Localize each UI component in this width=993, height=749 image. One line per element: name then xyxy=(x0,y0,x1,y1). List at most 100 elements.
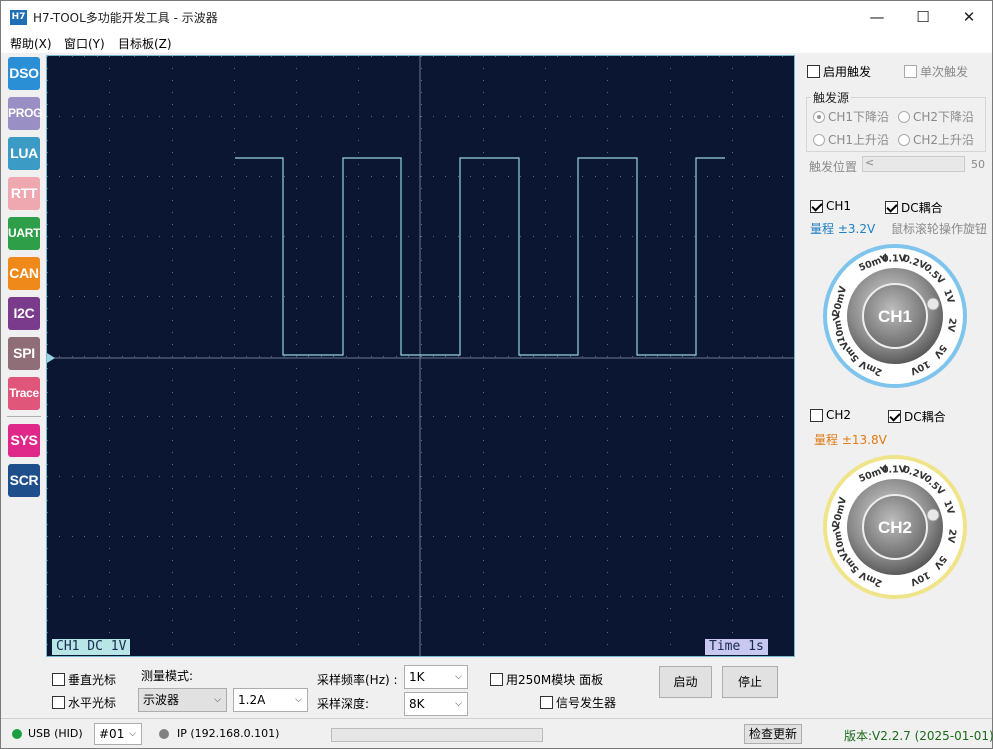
radio-icon[interactable] xyxy=(813,110,825,123)
enable-trigger-checkbox[interactable]: 启用触发 xyxy=(807,63,871,80)
module-250m-box[interactable] xyxy=(490,673,503,686)
grid-dot xyxy=(719,416,720,417)
grid-dot xyxy=(682,116,683,117)
slider-left-arrow-icon[interactable]: < xyxy=(865,156,874,169)
tool-sys-button[interactable]: SYS xyxy=(8,424,40,457)
grid-dot xyxy=(172,152,173,153)
oscilloscope-display[interactable]: CH1 DC 1V Time 1s xyxy=(46,55,795,657)
grid-dot xyxy=(595,176,596,177)
sample-depth-select[interactable]: 8K ⌵ xyxy=(404,692,468,716)
enable-trigger-box[interactable] xyxy=(807,65,820,78)
tool-i2c-button[interactable]: I2C xyxy=(8,297,40,330)
trigger-position-label: 触发位置 xyxy=(809,160,858,174)
ch1-dc-coupling-checkbox[interactable]: DC耦合 xyxy=(885,199,943,216)
horizontal-cursor-box[interactable] xyxy=(52,696,65,709)
tool-spi-button[interactable]: SPI xyxy=(8,337,40,370)
signal-generator-checkbox[interactable]: 信号发生器 xyxy=(540,694,616,711)
ch1-volts-knob[interactable]: CH150mV0.1V0.2V0.5V1V2V5V10V2mV5mV10mV20… xyxy=(822,243,968,389)
signal-generator-box[interactable] xyxy=(540,696,553,709)
grid-dot xyxy=(234,296,235,297)
trigger-ch2-falling-radio[interactable]: CH2下降沿 xyxy=(898,108,974,125)
ch1-enable-box[interactable] xyxy=(810,199,823,213)
grid-dot xyxy=(296,644,297,645)
trigger-ch1-rising-radio[interactable]: CH1上升沿 xyxy=(813,131,889,148)
vertical-cursor-box[interactable] xyxy=(52,673,65,686)
tool-rtt-button[interactable]: RTT xyxy=(8,177,40,210)
tool-can-button[interactable]: CAN xyxy=(8,257,40,290)
horizontal-cursor-checkbox[interactable]: 水平光标 xyxy=(52,694,116,711)
vertical-cursor-checkbox[interactable]: 垂直光标 xyxy=(52,671,116,688)
ch1-enable-checkbox[interactable]: CH1 xyxy=(810,199,851,213)
grid-dot xyxy=(483,152,484,153)
ch1-ground-marker[interactable] xyxy=(47,353,55,363)
maximize-button[interactable]: ☐ xyxy=(900,1,946,33)
grid-dot xyxy=(358,512,359,513)
grid-dot xyxy=(607,392,608,393)
grid-dot xyxy=(134,416,135,417)
grid-dot xyxy=(234,116,235,117)
trigger-ch2-rising-radio[interactable]: CH2上升沿 xyxy=(898,131,974,148)
tool-lua-button[interactable]: LUA xyxy=(8,137,40,170)
radio-icon[interactable] xyxy=(813,133,825,146)
grid-dot xyxy=(296,80,297,81)
ch2-dc-coupling-label: DC耦合 xyxy=(904,410,946,424)
grid-dot xyxy=(109,68,110,69)
ch2-dc-coupling-checkbox[interactable]: DC耦合 xyxy=(888,408,946,425)
grid-dot xyxy=(408,596,409,597)
trigger-position-slider[interactable]: < xyxy=(862,156,965,172)
menu-target-board[interactable]: 目标板(Z) xyxy=(118,35,172,52)
menu-window[interactable]: 窗口(Y) xyxy=(64,35,105,52)
tool-scr-button[interactable]: SCR xyxy=(8,464,40,497)
grid-dot xyxy=(732,80,733,81)
grid-dot xyxy=(458,296,459,297)
measure-mode-select[interactable]: 示波器 ⌵ xyxy=(138,688,227,712)
start-button[interactable]: 启动 xyxy=(659,666,712,698)
grid-dot xyxy=(670,560,671,561)
grid-dot xyxy=(271,236,272,237)
grid-dot xyxy=(358,572,359,573)
menu-help[interactable]: 帮助(X) xyxy=(10,35,52,52)
single-trigger-box[interactable] xyxy=(904,65,917,78)
minimize-button[interactable]: — xyxy=(854,1,900,33)
grid-dot xyxy=(533,416,534,417)
device-select[interactable]: #01 ⌵ xyxy=(94,723,142,745)
grid-dot xyxy=(769,416,770,417)
current-range-select[interactable]: 1.2A ⌵ xyxy=(233,688,308,712)
grid-dot xyxy=(47,596,48,597)
trigger-ch1-falling-radio[interactable]: CH1下降沿 xyxy=(813,108,889,125)
grid-dot xyxy=(495,416,496,417)
grid-dot xyxy=(483,632,484,633)
radio-icon[interactable] xyxy=(898,110,910,123)
grid-dot xyxy=(47,488,48,489)
ch2-enable-box[interactable] xyxy=(810,408,823,422)
tool-dso-button[interactable]: DSO xyxy=(8,57,40,90)
tool-uart-button[interactable]: UART xyxy=(8,217,40,250)
close-button[interactable]: ✕ xyxy=(946,1,992,33)
grid-dot xyxy=(607,320,608,321)
sample-rate-select[interactable]: 1K ⌵ xyxy=(404,665,468,689)
grid-dot xyxy=(296,476,297,477)
grid-dot xyxy=(732,92,733,93)
grid-dot xyxy=(607,512,608,513)
grid-dot xyxy=(308,476,309,477)
radio-icon[interactable] xyxy=(898,133,910,146)
grid-dot xyxy=(321,56,322,57)
stop-button[interactable]: 停止 xyxy=(722,666,778,698)
ch2-dc-coupling-box[interactable] xyxy=(888,410,901,423)
tool-trace-button[interactable]: Trace xyxy=(8,377,40,410)
check-update-button[interactable]: 检查更新 xyxy=(744,724,802,744)
grid-dot xyxy=(483,104,484,105)
single-trigger-checkbox[interactable]: 单次触发 xyxy=(904,63,968,80)
ch1-dc-coupling-box[interactable] xyxy=(885,201,898,214)
grid-dot xyxy=(383,356,384,357)
grid-dot xyxy=(321,416,322,417)
ch2-enable-checkbox[interactable]: CH2 xyxy=(810,408,851,422)
grid-dot xyxy=(757,296,758,297)
tool-prog-button[interactable]: PROG xyxy=(8,97,42,130)
grid-dot xyxy=(159,476,160,477)
ch2-volts-knob[interactable]: CH250mV0.1V0.2V0.5V1V2V5V10V2mV5mV10mV20… xyxy=(822,454,968,600)
module-250m-checkbox[interactable]: 用250M模块 面板 xyxy=(490,671,603,688)
grid-dot xyxy=(47,260,48,261)
grid-dot xyxy=(147,176,148,177)
grid-dot xyxy=(732,548,733,549)
